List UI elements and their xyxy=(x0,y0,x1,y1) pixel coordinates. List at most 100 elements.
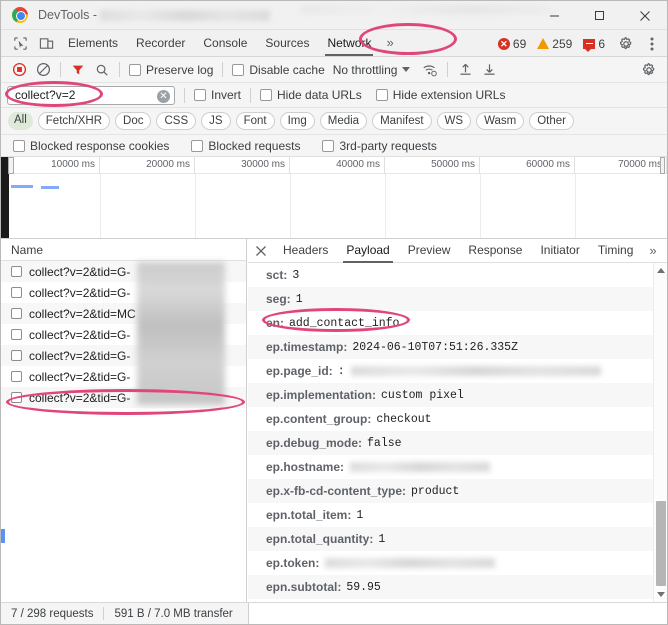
row-checkbox[interactable] xyxy=(11,371,22,382)
preserve-log-checkbox[interactable]: Preserve log xyxy=(125,63,217,77)
payload-value: add_contact_info xyxy=(289,316,400,330)
kebab-menu-icon[interactable] xyxy=(639,31,665,57)
search-icon[interactable] xyxy=(90,58,114,82)
timeline-tick-label: 20000 ms xyxy=(146,159,190,170)
payload-row: ep.x-fb-cd-content_type: product xyxy=(248,479,667,503)
inspect-element-icon[interactable] xyxy=(7,30,33,56)
gear-icon[interactable] xyxy=(613,31,639,57)
title-bar: DevTools - xyxy=(1,1,667,30)
row-checkbox[interactable] xyxy=(11,287,22,298)
record-stop-icon[interactable] xyxy=(7,58,31,82)
disable-cache-checkbox[interactable]: Disable cache xyxy=(228,63,328,77)
more-detail-tabs-icon[interactable]: » xyxy=(642,243,663,258)
network-main-area: Name collect?v=2&tid=G- collect?v=2&tid=… xyxy=(1,239,667,602)
chip-img[interactable]: Img xyxy=(279,112,315,130)
hide-data-urls-checkbox[interactable]: Hide data URLs xyxy=(256,88,366,102)
request-list-header-name[interactable]: Name xyxy=(1,239,246,261)
scroll-down-arrow-icon[interactable] xyxy=(657,592,665,597)
timeline-tick: 50000 ms xyxy=(385,157,480,174)
tab-console[interactable]: Console xyxy=(194,30,256,56)
warning-counter[interactable]: 259 xyxy=(533,37,576,51)
filter-funnel-icon[interactable] xyxy=(66,58,90,82)
chip-doc[interactable]: Doc xyxy=(115,112,152,130)
blocked-requests-checkbox[interactable]: Blocked requests xyxy=(187,139,304,153)
timeline-right-handle[interactable] xyxy=(660,157,665,174)
tab-headers[interactable]: Headers xyxy=(274,239,337,263)
scroll-up-arrow-icon[interactable] xyxy=(657,268,665,273)
row-checkbox[interactable] xyxy=(11,329,22,340)
chip-other[interactable]: Other xyxy=(529,112,574,130)
checkbox-box xyxy=(260,89,273,101)
payload-key: en: xyxy=(266,316,284,330)
chip-font[interactable]: Font xyxy=(235,112,275,130)
payload-row: ep.token: xyxy=(248,551,667,575)
clear-input-icon[interactable]: ✕ xyxy=(157,89,170,103)
request-name: collect?v=2&tid=G- xyxy=(29,327,131,342)
close-button[interactable] xyxy=(622,1,667,30)
scrollbar-thumb[interactable] xyxy=(656,501,666,586)
checkbox-box xyxy=(129,63,141,76)
payload-value: 1 xyxy=(295,292,303,306)
payload-value: false xyxy=(367,436,402,450)
error-count: 69 xyxy=(512,36,527,51)
row-checkbox[interactable] xyxy=(11,266,22,277)
chip-fetch-xhr[interactable]: Fetch/XHR xyxy=(37,112,111,130)
checkbox-box xyxy=(375,89,388,101)
timeline-left-handle[interactable] xyxy=(8,157,14,174)
message-counter[interactable]: 6 xyxy=(579,37,609,52)
disable-cache-label: Disable cache xyxy=(249,62,325,77)
redacted-title-url xyxy=(100,9,271,21)
export-har-icon[interactable] xyxy=(477,58,501,82)
blocked-response-cookies-checkbox[interactable]: Blocked response cookies xyxy=(9,139,173,153)
payload-value: 2024-06-10T07:51:26.335Z xyxy=(352,340,518,354)
invert-checkbox[interactable]: Invert xyxy=(190,88,245,102)
checkbox-box xyxy=(191,139,204,152)
row-checkbox[interactable] xyxy=(11,308,22,319)
chip-manifest[interactable]: Manifest xyxy=(372,112,432,130)
hide-extension-urls-label: Hide extension URLs xyxy=(392,88,506,102)
timeline-tick-label: 30000 ms xyxy=(241,159,285,170)
request-list: Name collect?v=2&tid=G- collect?v=2&tid=… xyxy=(1,239,247,602)
resource-type-filters: All Fetch/XHR Doc CSS JS Font Img Media … xyxy=(1,108,667,135)
chip-all[interactable]: All xyxy=(8,112,33,130)
chip-css[interactable]: CSS xyxy=(156,112,197,130)
network-settings-gear-icon[interactable] xyxy=(637,58,661,82)
payload-key: ep.hostname: xyxy=(266,460,345,474)
chip-ws[interactable]: WS xyxy=(436,112,472,130)
close-icon[interactable] xyxy=(248,239,274,263)
tab-preview[interactable]: Preview xyxy=(399,239,460,263)
tab-timing[interactable]: Timing xyxy=(589,239,643,263)
row-checkbox[interactable] xyxy=(11,350,22,361)
chip-wasm[interactable]: Wasm xyxy=(476,112,525,130)
checkbox-box xyxy=(194,89,206,101)
tab-sources[interactable]: Sources xyxy=(256,30,318,56)
device-toolbar-icon[interactable] xyxy=(33,30,59,56)
redacted-page-id xyxy=(350,366,601,376)
maximize-button[interactable] xyxy=(577,1,622,30)
filter-input[interactable] xyxy=(13,87,153,103)
hide-extension-urls-checkbox[interactable]: Hide extension URLs xyxy=(372,88,510,102)
network-overview-timeline[interactable]: 10000 ms 20000 ms 30000 ms 40000 ms 5000… xyxy=(1,157,667,239)
payload-key: sct: xyxy=(266,268,288,282)
minimize-button[interactable] xyxy=(532,1,577,30)
more-tabs-icon[interactable]: » xyxy=(380,30,399,56)
tab-payload[interactable]: Payload xyxy=(337,239,398,263)
row-checkbox[interactable] xyxy=(11,392,22,403)
network-conditions-icon[interactable] xyxy=(418,58,442,82)
payload-row: sct: 3 xyxy=(248,263,667,287)
import-har-icon[interactable] xyxy=(453,58,477,82)
tab-network[interactable]: Network xyxy=(318,30,380,56)
third-party-requests-checkbox[interactable]: 3rd-party requests xyxy=(318,139,440,153)
tab-initiator[interactable]: Initiator xyxy=(531,239,588,263)
timeline-tick-label: 70000 ms xyxy=(618,159,662,170)
payload-scrollbar[interactable] xyxy=(653,263,667,602)
clear-network-icon[interactable] xyxy=(31,58,55,82)
filter-input-wrapper[interactable]: ✕ xyxy=(7,85,175,105)
throttling-dropdown[interactable]: No throttling xyxy=(329,63,415,77)
tab-response[interactable]: Response xyxy=(459,239,531,263)
chip-js[interactable]: JS xyxy=(201,112,231,130)
tab-elements[interactable]: Elements xyxy=(59,30,127,56)
tab-recorder[interactable]: Recorder xyxy=(127,30,194,56)
error-counter[interactable]: ✕ 69 xyxy=(494,37,530,51)
chip-media[interactable]: Media xyxy=(319,112,368,130)
